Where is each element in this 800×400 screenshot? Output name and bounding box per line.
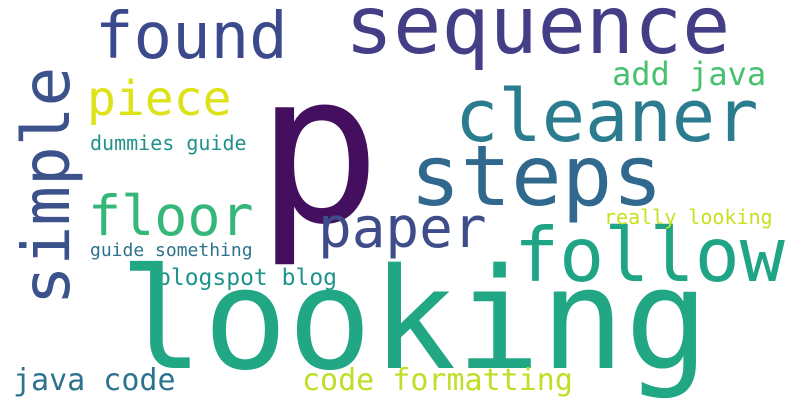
word-simple: simple [8,66,85,306]
word-found: found [95,0,288,74]
word-code-formatting: code formatting [302,363,573,398]
word-really-looking: really looking [604,205,773,229]
word-floor: floor [88,184,254,248]
word-java-code: java code [13,363,176,398]
word-add-java: add java [612,55,767,93]
word-dummies-guide: dummies guide [90,131,247,155]
word-piece: piece [87,71,232,127]
word-cloud: p sequence found simple cleaner steps pi… [0,0,800,400]
